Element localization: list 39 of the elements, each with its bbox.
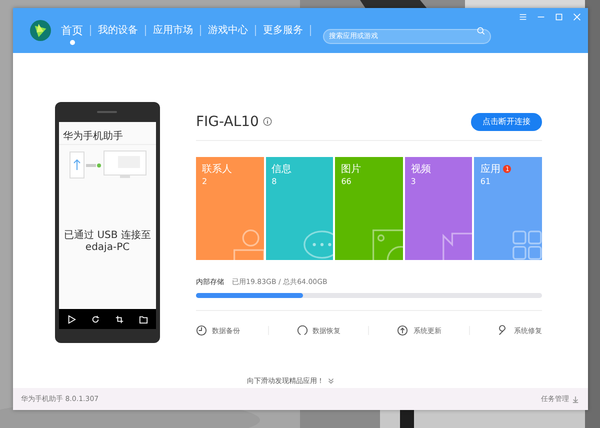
- person-icon: [230, 227, 264, 260]
- tile-count: 61: [480, 177, 491, 186]
- device-name: FIG-AL10: [196, 114, 259, 130]
- nav-tab[interactable]: 应用市场: [152, 16, 194, 46]
- double-chevron-icon[interactable]: [328, 378, 334, 384]
- tile-label: 图片: [341, 162, 362, 176]
- tile-count: 2: [202, 177, 208, 186]
- nav-tab[interactable]: 我的设备: [97, 16, 139, 46]
- app-title: 华为手机助手: [59, 128, 156, 145]
- crop-icon[interactable]: [115, 314, 124, 324]
- search-icon: [477, 26, 485, 34]
- disconnect-button[interactable]: 点击断开连接: [471, 112, 542, 130]
- tile-label: 应用: [480, 162, 500, 176]
- maximize-icon[interactable]: [555, 13, 563, 21]
- info-icon[interactable]: [262, 117, 272, 126]
- logo-icon: [30, 20, 51, 41]
- close-icon[interactable]: [573, 13, 581, 21]
- category-tile[interactable]: 图片 66: [335, 157, 403, 260]
- download-icon: [572, 396, 579, 402]
- category-tile[interactable]: 联系人 2: [196, 157, 264, 260]
- tile-label: 视频: [410, 162, 431, 176]
- menu-icon[interactable]: [519, 13, 527, 21]
- nav-tab[interactable]: 更多服务: [262, 16, 304, 46]
- tile-count: 3: [410, 177, 416, 186]
- tile-label: 联系人: [202, 162, 232, 176]
- nav-tab[interactable]: 首页: [60, 16, 84, 46]
- clock-icon: [196, 325, 207, 336]
- category-tile[interactable]: 信息 8: [266, 157, 334, 260]
- tile-label: 信息: [272, 162, 292, 176]
- play-icon[interactable]: [66, 314, 76, 324]
- upload-icon: [397, 325, 408, 336]
- connection-status: 已通过 USB 连接至edaja-PC: [63, 230, 152, 253]
- tile-count: 8: [272, 177, 277, 186]
- nav-tab[interactable]: 游戏中心: [207, 16, 249, 46]
- category-tile[interactable]: 视频 3: [404, 157, 472, 260]
- folder-icon[interactable]: [139, 314, 148, 324]
- refresh-icon: [296, 325, 308, 336]
- tile-count: 66: [341, 177, 352, 186]
- rotate-icon[interactable]: [90, 314, 100, 324]
